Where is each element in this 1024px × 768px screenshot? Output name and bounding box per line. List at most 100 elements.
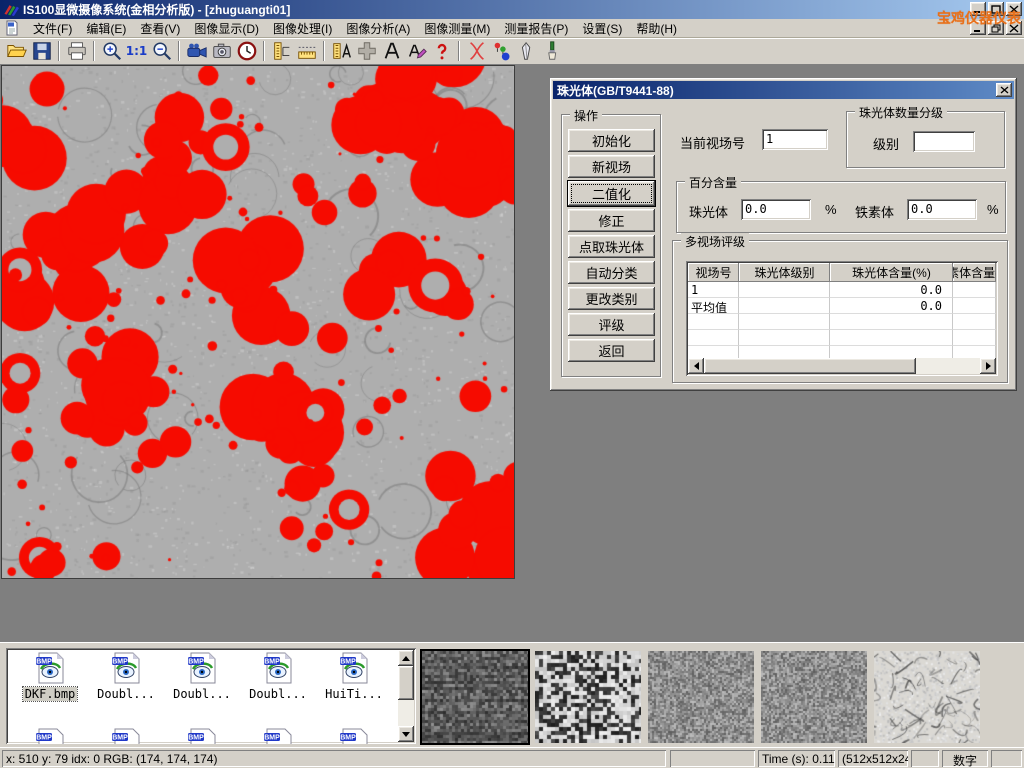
- table-row-empty: [688, 330, 996, 346]
- ferrite-input[interactable]: 0.0: [907, 199, 977, 220]
- cell-grade: [739, 282, 830, 298]
- spline-icon[interactable]: [464, 39, 489, 63]
- zoom-in-icon[interactable]: [99, 39, 124, 63]
- metallographic-image[interactable]: [2, 66, 514, 578]
- table-row-empty: [688, 314, 996, 330]
- rate-button[interactable]: 评级: [568, 313, 655, 336]
- menu-file[interactable]: 文件(F): [26, 18, 79, 39]
- thumbnail-5[interactable]: [874, 651, 980, 743]
- zoom-out-icon[interactable]: [149, 39, 174, 63]
- file-item[interactable]: BMP Doubl...: [166, 652, 238, 701]
- open-icon[interactable]: [4, 39, 29, 63]
- thumbnail-2[interactable]: [535, 651, 641, 743]
- file-name: Doubl...: [95, 687, 157, 701]
- scrollbar-track[interactable]: [916, 358, 980, 374]
- pick-pearlite-button[interactable]: 点取珠光体: [568, 235, 655, 258]
- menu-settings[interactable]: 设置(S): [575, 18, 629, 39]
- help-icon[interactable]: [429, 39, 454, 63]
- video-camera-icon[interactable]: [184, 39, 209, 63]
- menu-image-analysis[interactable]: 图像分析(A): [339, 18, 417, 39]
- table-hscrollbar[interactable]: [688, 358, 996, 374]
- file-item[interactable]: BMP: [166, 728, 238, 744]
- toolbar-separator: [178, 41, 180, 61]
- minimize-button[interactable]: [970, 2, 986, 16]
- ruler-icon[interactable]: [294, 39, 319, 63]
- thumbnail-3[interactable]: [648, 651, 754, 743]
- scrollbar-thumb[interactable]: [704, 358, 916, 374]
- menu-image-measure[interactable]: 图像测量(M): [417, 18, 497, 39]
- scrollbar-track[interactable]: [398, 700, 414, 726]
- new-field-button[interactable]: 新视场: [568, 155, 655, 178]
- timer-icon[interactable]: [234, 39, 259, 63]
- change-class-button[interactable]: 更改类别: [568, 287, 655, 310]
- ferrite-unit: %: [987, 202, 999, 217]
- actual-size-icon[interactable]: 1:1: [124, 39, 149, 63]
- toolbar-separator: [458, 41, 460, 61]
- close-button[interactable]: [1006, 2, 1022, 16]
- scrollbar-thumb[interactable]: [398, 666, 414, 700]
- dialog-close-button[interactable]: [996, 83, 1012, 97]
- svg-text:BMP: BMP: [340, 659, 356, 666]
- menu-image-processing[interactable]: 图像处理(I): [266, 18, 339, 39]
- bmp-file-icon: BMP: [261, 652, 295, 684]
- annotate-icon[interactable]: [404, 39, 429, 63]
- text-icon[interactable]: [379, 39, 404, 63]
- file-name: Doubl...: [247, 687, 309, 701]
- file-list-vscrollbar[interactable]: [398, 650, 414, 742]
- scroll-down-icon[interactable]: [398, 726, 414, 742]
- binarize-button[interactable]: 二值化: [568, 181, 655, 206]
- grade-input[interactable]: [913, 131, 975, 152]
- correct-button[interactable]: 修正: [568, 209, 655, 232]
- picker-icon[interactable]: [514, 39, 539, 63]
- dialog-title: 珠光体(GB/T9441-88): [557, 82, 674, 99]
- file-item[interactable]: BMP: [90, 728, 162, 744]
- file-item[interactable]: BMP HuiTi...: [318, 652, 390, 701]
- thumbnail-1[interactable]: [422, 651, 528, 743]
- file-item[interactable]: BMP Doubl...: [90, 652, 162, 701]
- return-button[interactable]: 返回: [568, 339, 655, 362]
- cell-ferrite: [953, 282, 996, 298]
- ferrite-label: 铁素体: [855, 202, 894, 221]
- menu-view[interactable]: 查看(V): [133, 18, 187, 39]
- thumbnail-4[interactable]: [761, 651, 867, 743]
- maximize-button[interactable]: [988, 2, 1004, 16]
- bmp-file-icon: BMP: [33, 652, 67, 684]
- file-name: HuiTi...: [323, 687, 385, 701]
- table-row[interactable]: 1 0.0: [688, 282, 996, 298]
- child-minimize-button[interactable]: [970, 21, 986, 35]
- markers-icon[interactable]: [489, 39, 514, 63]
- status-position: x: 510 y: 79 idx: 0 RGB: (174, 174, 174): [2, 750, 666, 767]
- scroll-right-icon[interactable]: [980, 358, 996, 374]
- file-item[interactable]: BMP: [318, 728, 390, 744]
- child-close-button[interactable]: [1006, 21, 1022, 35]
- file-item[interactable]: BMP: [14, 728, 86, 744]
- cell-ferrite: [953, 298, 996, 314]
- pearlite-input[interactable]: 0.0: [741, 199, 811, 220]
- file-list[interactable]: BMP DKF.bmp BMP Doubl... BMP Doubl... BM…: [6, 648, 416, 744]
- auto-classify-button[interactable]: 自动分类: [568, 261, 655, 284]
- bmp-file-icon: BMP: [109, 728, 143, 744]
- caliper-icon[interactable]: [269, 39, 294, 63]
- save-icon[interactable]: [29, 39, 54, 63]
- file-item[interactable]: BMP Doubl...: [242, 652, 314, 701]
- menu-help[interactable]: 帮助(H): [629, 18, 684, 39]
- merge-icon[interactable]: [354, 39, 379, 63]
- current-view-input[interactable]: 1: [762, 129, 828, 150]
- menu-measure-report[interactable]: 测量报告(P): [497, 18, 575, 39]
- table-row[interactable]: 平均值 0.0: [688, 298, 996, 314]
- scroll-up-icon[interactable]: [398, 650, 414, 666]
- print-icon[interactable]: [64, 39, 89, 63]
- brush-icon[interactable]: [539, 39, 564, 63]
- file-item[interactable]: BMP DKF.bmp: [14, 652, 86, 701]
- measure-text-icon[interactable]: [329, 39, 354, 63]
- menu-edit[interactable]: 编辑(E): [79, 18, 133, 39]
- rating-table[interactable]: 视场号 珠光体级别 珠光体含量(%) 铁素体含量(%) 1 0.0 平均值 0.…: [686, 261, 998, 376]
- col-pearlite-grade: 珠光体级别: [739, 263, 830, 282]
- camera-icon[interactable]: [209, 39, 234, 63]
- dialog-title-bar[interactable]: 珠光体(GB/T9441-88): [553, 81, 1014, 99]
- scroll-left-icon[interactable]: [688, 358, 704, 374]
- child-restore-button[interactable]: [988, 21, 1004, 35]
- file-item[interactable]: BMP: [242, 728, 314, 744]
- init-button[interactable]: 初始化: [568, 129, 655, 152]
- menu-image-display[interactable]: 图像显示(D): [187, 18, 266, 39]
